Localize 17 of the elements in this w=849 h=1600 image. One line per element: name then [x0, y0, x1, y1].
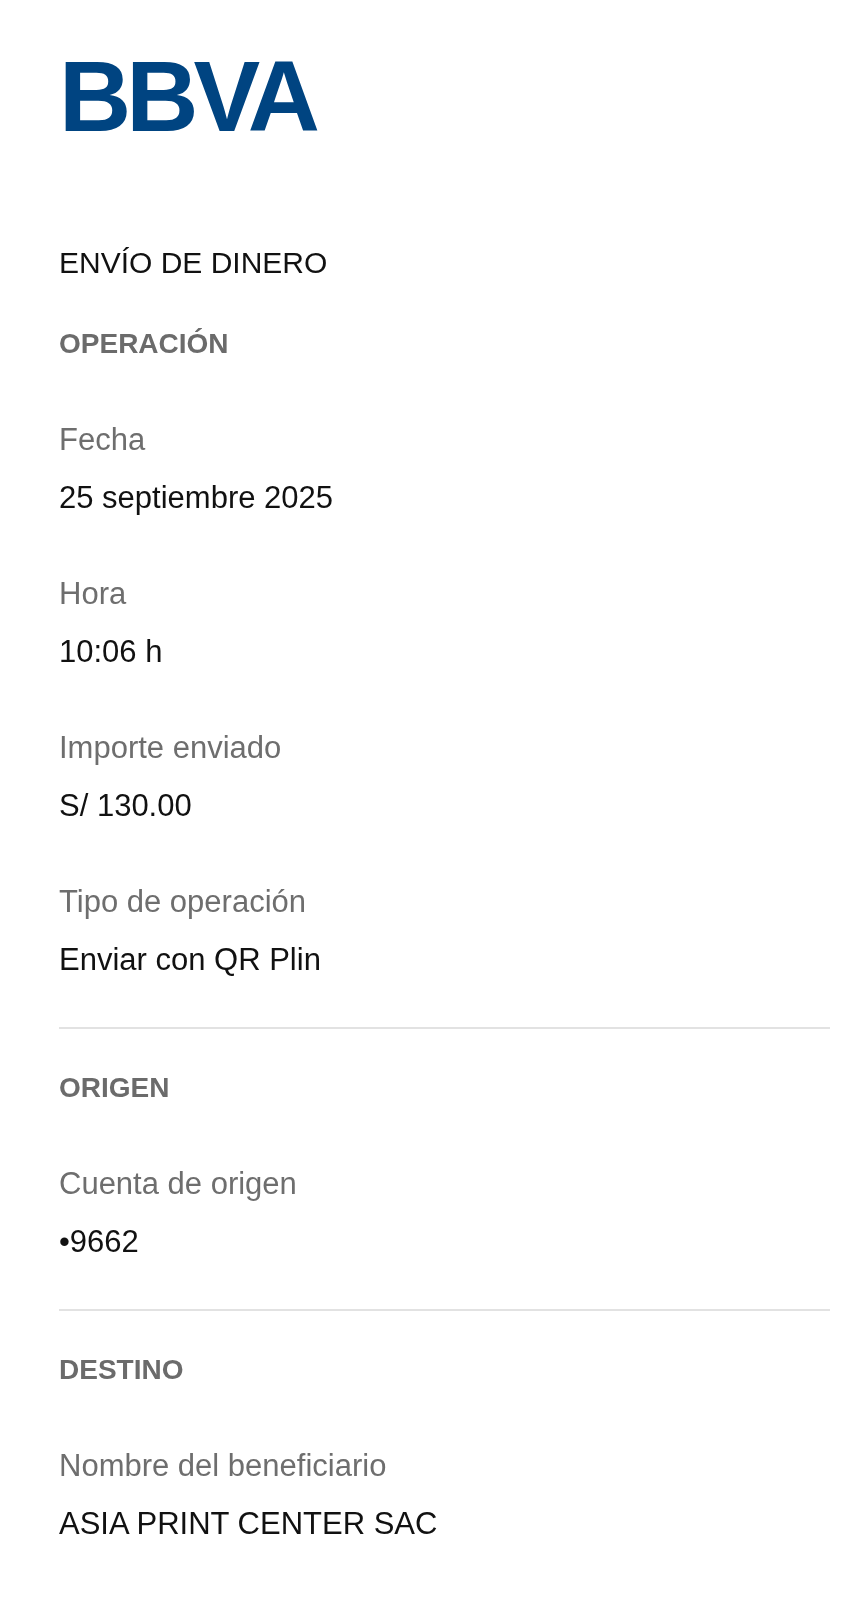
field-label: Fecha: [59, 421, 146, 459]
field-label: Hora: [59, 575, 127, 613]
field-label: Tipo de operación: [59, 883, 307, 921]
field-value: 10:06 h: [59, 633, 163, 671]
page-title: ENVÍO DE DINERO: [59, 245, 328, 281]
field-value: •9662: [59, 1223, 139, 1261]
bank-logo: BBVA: [59, 56, 315, 136]
field-value: S/ 130.00: [59, 787, 192, 825]
field-value: 25 septiembre 2025: [59, 479, 334, 517]
field-value: Enviar con QR Plin: [59, 941, 321, 979]
section-heading: ORIGEN: [59, 1071, 170, 1105]
section-heading: OPERACIÓN: [59, 327, 229, 361]
field-label: Importe enviado: [59, 729, 282, 767]
field-label: Nombre del beneficiario: [59, 1447, 387, 1485]
field-value: ASIA PRINT CENTER SAC: [59, 1505, 438, 1543]
section-heading: DESTINO: [59, 1353, 184, 1387]
field-label: Cuenta de origen: [59, 1165, 297, 1203]
